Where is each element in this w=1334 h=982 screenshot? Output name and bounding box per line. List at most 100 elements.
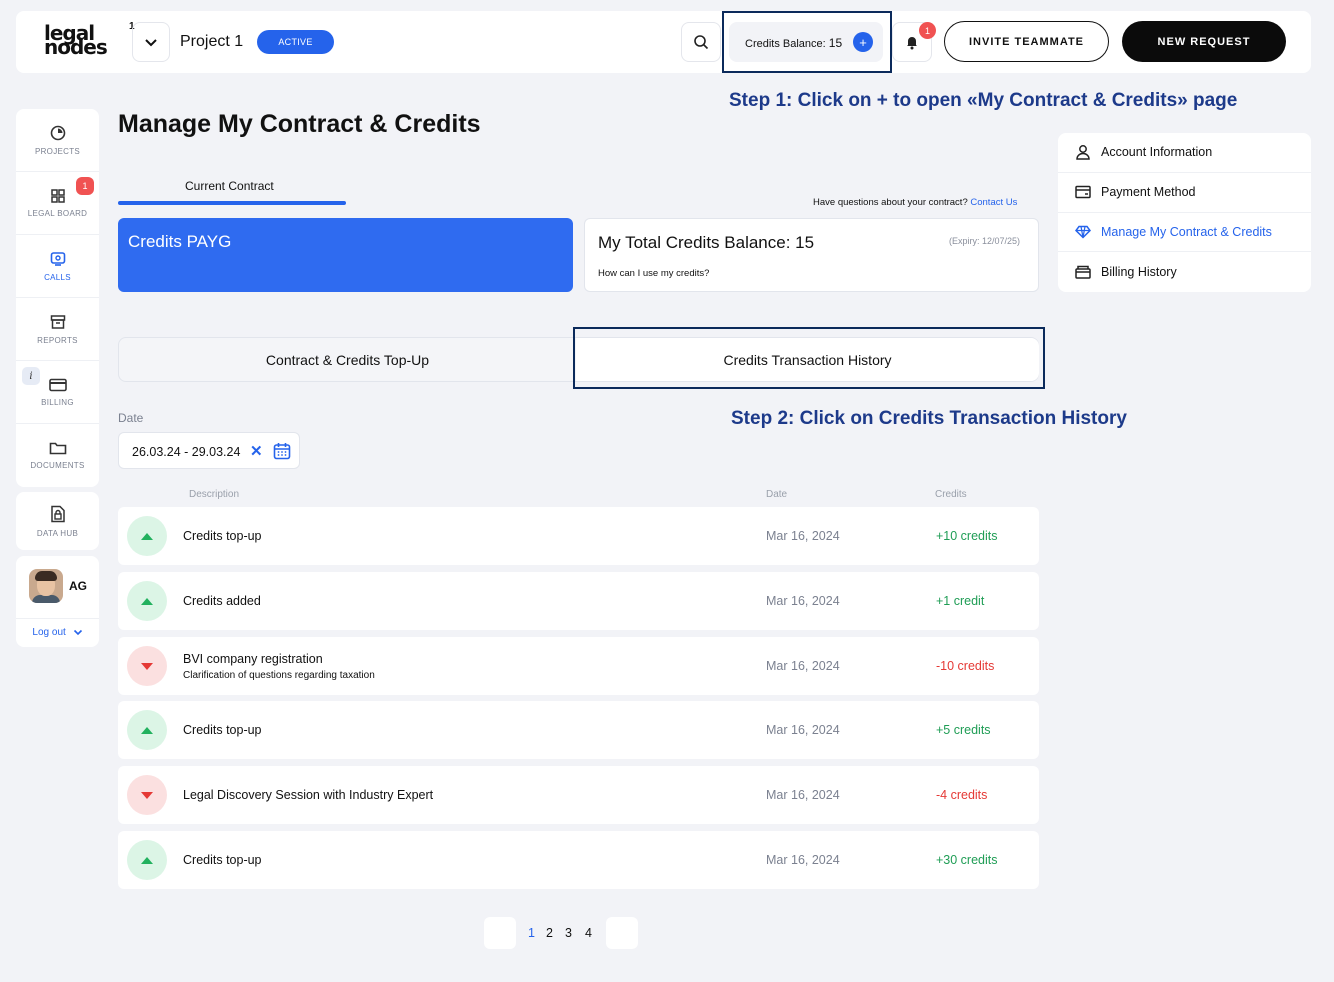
balance-expiry: (Expiry: 12/07/25): [948, 236, 1020, 246]
table-row: BVI company registration Clarification o…: [118, 637, 1039, 695]
clear-date-button[interactable]: ✕: [250, 442, 263, 460]
avatar[interactable]: [29, 569, 63, 603]
transaction-date: Mar 16, 2024: [766, 853, 840, 867]
transaction-description: BVI company registration: [183, 652, 323, 666]
pagination-page-1[interactable]: 1: [528, 926, 535, 940]
date-range-value: 26.03.24 - 29.03.24: [132, 445, 241, 459]
sidebar-item-label: DOCUMENTS: [30, 461, 85, 470]
table-row: Legal Discovery Session with Industry Ex…: [118, 766, 1039, 824]
balance-card: My Total Credits Balance: 15 (Expiry: 12…: [584, 218, 1039, 292]
transaction-credits: +1 credit: [936, 594, 985, 608]
new-request-button[interactable]: NEW REQUEST: [1122, 21, 1286, 62]
pagination-page-2[interactable]: 2: [546, 926, 553, 940]
menu-item-account-information[interactable]: Account Information: [1058, 133, 1311, 173]
sidebar-item-legal-board[interactable]: LEGAL BOARD 1: [16, 172, 99, 235]
date-range-input[interactable]: 26.03.24 - 29.03.24 ✕: [118, 432, 300, 469]
contract-questions: Have questions about your contract? Cont…: [813, 197, 1017, 208]
sidebar-item-label: LEGAL BOARD: [27, 208, 88, 218]
logout-button[interactable]: Log out: [16, 618, 99, 638]
pagination-prev-button[interactable]: [484, 917, 516, 949]
sidebar-data-hub: DATA HUB: [16, 492, 99, 550]
transaction-date: Mar 16, 2024: [766, 723, 840, 737]
column-header-credits: Credits: [935, 489, 967, 500]
status-badge: ACTIVE: [257, 30, 334, 54]
sidebar-item-reports[interactable]: REPORTS: [16, 298, 99, 361]
table-row: Credits top-up Mar 16, 2024 +10 credits: [118, 507, 1039, 565]
credit-out-indicator: [127, 646, 167, 686]
menu-item-payment-method[interactable]: Payment Method: [1058, 173, 1311, 213]
sidebar-item-projects[interactable]: PROJECTS: [16, 109, 99, 172]
legal-board-badge: 1: [76, 177, 94, 195]
transaction-subtitle: Clarification of questions regarding tax…: [183, 670, 375, 681]
wallet-icon: [1075, 185, 1091, 199]
sidebar-item-calls[interactable]: CALLS: [16, 235, 99, 298]
credit-in-indicator: [127, 516, 167, 556]
transaction-description: Credits top-up: [183, 723, 262, 737]
calls-icon: [50, 251, 65, 266]
sidebar-item-documents[interactable]: DOCUMENTS: [16, 424, 99, 487]
transaction-credits: +30 credits: [936, 853, 998, 867]
sidebar-item-data-hub[interactable]: DATA HUB: [16, 492, 99, 550]
pagination-page-4[interactable]: 4: [585, 926, 592, 940]
lock-file-icon: [50, 505, 65, 522]
transaction-credits: +10 credits: [936, 529, 998, 543]
transaction-description: Credits added: [183, 594, 261, 608]
step2-annotation: Step 2: Click on Credits Transaction His…: [731, 408, 1127, 429]
menu-item-label: Manage My Contract & Credits: [1101, 224, 1272, 239]
contact-us-link[interactable]: Contact Us: [970, 197, 1017, 208]
grid-icon: [50, 188, 65, 203]
search-button[interactable]: [681, 22, 721, 62]
plan-card: Credits PAYG: [118, 218, 573, 292]
tab-current-contract[interactable]: Current Contract: [185, 179, 274, 193]
diamond-icon: [1075, 225, 1091, 239]
total-balance-title: My Total Credits Balance: 15: [598, 233, 815, 252]
calendar-icon[interactable]: [273, 442, 291, 460]
legal-nodes-logo[interactable]: legal nodes: [44, 23, 114, 59]
archive-icon: [50, 314, 65, 329]
table-row: Credits top-up Mar 16, 2024 +5 credits: [118, 701, 1039, 759]
menu-item-label: Billing History: [1101, 265, 1177, 280]
invite-teammate-button[interactable]: INVITE TEAMMATE: [944, 21, 1109, 62]
pagination-page-3[interactable]: 3: [565, 926, 572, 940]
transaction-credits: -4 credits: [936, 788, 988, 802]
table-row: Credits top-up Mar 16, 2024 +30 credits: [118, 831, 1039, 889]
bell-icon: [907, 37, 917, 50]
date-filter-label: Date: [118, 411, 144, 425]
sidebar-item-label: REPORTS: [37, 335, 78, 345]
table-row: Credits added Mar 16, 2024 +1 credit: [118, 572, 1039, 630]
billing-info-badge[interactable]: i: [22, 367, 40, 385]
transaction-description: Legal Discovery Session with Industry Ex…: [183, 788, 434, 802]
card-icon: [48, 378, 67, 391]
avatar-hair: [35, 571, 57, 581]
history-icon: [1075, 265, 1091, 279]
credit-in-indicator: [127, 710, 167, 750]
arrow-up-icon: [141, 597, 153, 605]
questions-text: Have questions about your contract?: [813, 197, 968, 208]
chevron-down-icon: [145, 39, 157, 47]
search-icon: [694, 35, 709, 50]
folder-icon: [49, 442, 66, 455]
arrow-up-icon: [141, 726, 153, 734]
how-use-credits-link[interactable]: How can I use my credits?: [598, 268, 709, 279]
step1-annotation: Step 1: Click on + to open «My Contract …: [729, 90, 1238, 111]
arrow-down-icon: [141, 791, 153, 799]
arrow-down-icon: [141, 662, 153, 670]
tab-active-indicator: [118, 201, 346, 205]
column-header-description: Description: [189, 489, 240, 500]
menu-item-billing-history[interactable]: Billing History: [1058, 252, 1311, 292]
user-initials: AG: [69, 579, 87, 593]
menu-item-manage-contract[interactable]: Manage My Contract & Credits: [1058, 213, 1311, 253]
pagination-next-button[interactable]: [606, 917, 638, 949]
tab-topup[interactable]: Contract & Credits Top-Up: [119, 338, 576, 381]
column-header-date: Date: [766, 489, 788, 500]
transaction-date: Mar 16, 2024: [766, 659, 840, 673]
sidebar-item-billing[interactable]: i BILLING: [16, 361, 99, 424]
transaction-description: Credits top-up: [183, 529, 262, 543]
credit-in-indicator: [127, 581, 167, 621]
transaction-date: Mar 16, 2024: [766, 529, 840, 543]
logo-line2: nodes: [44, 35, 108, 59]
step1-highlight-frame: [722, 11, 892, 73]
chevron-down-icon: [73, 630, 82, 636]
menu-item-label: Account Information: [1101, 145, 1213, 160]
project-dropdown-button[interactable]: [132, 22, 170, 62]
